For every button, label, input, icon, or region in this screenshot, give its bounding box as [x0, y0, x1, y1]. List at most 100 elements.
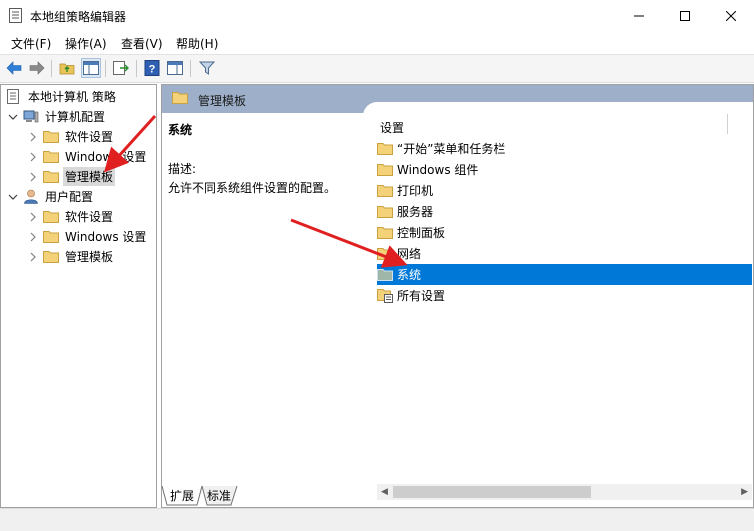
view-tabs: 扩展 标准 — [161, 486, 561, 508]
folder-icon — [377, 184, 393, 198]
policy-editor-icon — [9, 8, 22, 23]
folder-icon — [377, 247, 393, 261]
folder-icon — [172, 92, 188, 104]
title-bar: 本地组策略编辑器 — [0, 0, 754, 31]
folder-icon — [43, 250, 59, 264]
window-title: 本地组策略编辑器 — [30, 10, 127, 24]
description-panel: 系统 描述: 允许不同系统组件设置的配置。 — [168, 121, 363, 196]
details-header-title: 管理模板 — [198, 94, 247, 108]
tree-label: 本地计算机 策略 — [28, 90, 116, 104]
up-folder-icon — [59, 63, 75, 75]
properties-pane-icon — [167, 61, 183, 75]
tree-item-user-config[interactable]: 用户配置 — [7, 187, 95, 206]
chevron-right-icon[interactable] — [27, 151, 39, 163]
minimize-icon — [634, 15, 644, 16]
folder-icon — [377, 163, 393, 177]
list-item-label: 控制面板 — [397, 226, 446, 240]
list-item-label: 打印机 — [397, 184, 434, 198]
folder-icon — [43, 150, 59, 164]
list-item[interactable]: “开始”菜单和任务栏 — [377, 138, 752, 159]
tab-standard[interactable]: 标准 — [207, 486, 231, 505]
chevron-right-icon[interactable] — [27, 251, 39, 263]
column-header-settings[interactable]: 设置 — [380, 119, 404, 136]
tree-label: 计算机配置 — [45, 110, 106, 124]
minimize-button[interactable] — [616, 0, 662, 31]
list-item-label: 系统 — [397, 268, 422, 282]
list-item[interactable]: 服务器 — [377, 201, 752, 222]
description-text: 允许不同系统组件设置的配置。 — [168, 181, 337, 195]
svg-text:?: ? — [149, 64, 156, 76]
tree-item-computer-config[interactable]: 计算机配置 — [7, 107, 107, 126]
maximize-icon — [680, 10, 690, 21]
folder-icon — [377, 226, 393, 240]
list-item-label: Windows 组件 — [397, 163, 479, 177]
folder-icon — [377, 142, 393, 156]
tree-item-local-computer-policy[interactable]: 本地计算机 策略 — [6, 87, 118, 106]
chevron-right-icon[interactable] — [27, 211, 39, 223]
show-hide-tree-button[interactable] — [81, 58, 101, 78]
filter-button[interactable] — [198, 59, 216, 77]
forward-button[interactable] — [28, 59, 46, 77]
close-button[interactable] — [708, 0, 754, 31]
window: 本地组策略编辑器 文件(F) 操作(A) 查看(V) 帮助(H) ? 本地计算机… — [0, 0, 754, 531]
menu-file[interactable]: 文件(F) — [11, 35, 51, 52]
folder-icon — [43, 170, 59, 184]
folder-icon — [43, 210, 59, 224]
menu-action[interactable]: 操作(A) — [65, 35, 107, 52]
tree-label: 管理模板 — [65, 250, 114, 264]
show-hide-tree-icon — [83, 61, 99, 75]
tree-item-computer-admin-templates[interactable]: 管理模板 — [27, 167, 116, 186]
back-button[interactable] — [5, 59, 23, 77]
user-icon — [23, 189, 39, 204]
tree-item-computer-software-settings[interactable]: 软件设置 — [27, 127, 115, 146]
menu-help[interactable]: 帮助(H) — [176, 35, 218, 52]
tree-label: 用户配置 — [45, 190, 94, 204]
list-item[interactable]: 控制面板 — [377, 222, 752, 243]
close-icon — [726, 10, 736, 21]
tree-label: 管理模板 — [63, 167, 116, 186]
tree-item-user-windows-settings[interactable]: Windows 设置 — [27, 227, 148, 246]
list-item[interactable]: Windows 组件 — [377, 159, 752, 180]
computer-icon — [23, 110, 39, 124]
menu-view[interactable]: 查看(V) — [121, 35, 163, 52]
menu-bar: 文件(F) 操作(A) 查看(V) 帮助(H) — [0, 31, 754, 53]
chevron-right-icon[interactable] — [27, 171, 39, 183]
properties-pane-button[interactable] — [166, 59, 184, 77]
tree-label: Windows 设置 — [65, 230, 147, 244]
tab-extended[interactable]: 扩展 — [170, 486, 194, 505]
folder-icon — [43, 130, 59, 144]
maximize-button[interactable] — [662, 0, 708, 31]
help-button[interactable]: ? — [143, 59, 161, 77]
description-label: 描述: — [168, 162, 197, 176]
list-item-label: “开始”菜单和任务栏 — [397, 142, 506, 156]
list-item[interactable]: 网络 — [377, 243, 752, 264]
settings-list: 设置 “开始”菜单和任务栏 Windows 组件 打印机 服务器 控制面板 网络… — [363, 102, 753, 507]
status-bar — [0, 508, 754, 531]
details-pane: 管理模板 系统 描述: 允许不同系统组件设置的配置。 设置 “开始”菜单和任务栏… — [161, 84, 754, 508]
settings-page-icon — [377, 289, 393, 303]
list-item[interactable]: 打印机 — [377, 180, 752, 201]
up-folder-button[interactable] — [58, 59, 76, 77]
chevron-down-icon[interactable] — [7, 111, 19, 123]
tree-label: 软件设置 — [65, 210, 114, 224]
chevron-right-icon[interactable] — [27, 231, 39, 243]
toolbar: ? — [0, 54, 754, 83]
filter-icon — [199, 61, 215, 75]
export-list-button[interactable] — [112, 59, 130, 77]
scroll-right-icon[interactable]: ▶ — [741, 487, 748, 497]
policy-document-icon — [6, 89, 22, 104]
navigation-tree: 本地计算机 策略 计算机配置 软件设置 Windows 设置 管理模板 用户配置… — [0, 84, 157, 508]
tree-item-user-admin-templates[interactable]: 管理模板 — [27, 247, 115, 266]
list-item-selected[interactable]: 系统 — [377, 264, 752, 285]
tree-label: 软件设置 — [65, 130, 114, 144]
tree-label: Windows 设置 — [65, 150, 147, 164]
list-item-label: 服务器 — [397, 205, 434, 219]
list-item[interactable]: 所有设置 — [377, 285, 752, 306]
list-item-label: 网络 — [397, 247, 422, 261]
tree-item-computer-windows-settings[interactable]: Windows 设置 — [27, 147, 148, 166]
tree-item-user-software-settings[interactable]: 软件设置 — [27, 207, 115, 226]
column-divider[interactable] — [727, 114, 728, 134]
chevron-down-icon[interactable] — [7, 191, 19, 203]
chevron-right-icon[interactable] — [27, 131, 39, 143]
export-list-icon — [113, 61, 129, 75]
